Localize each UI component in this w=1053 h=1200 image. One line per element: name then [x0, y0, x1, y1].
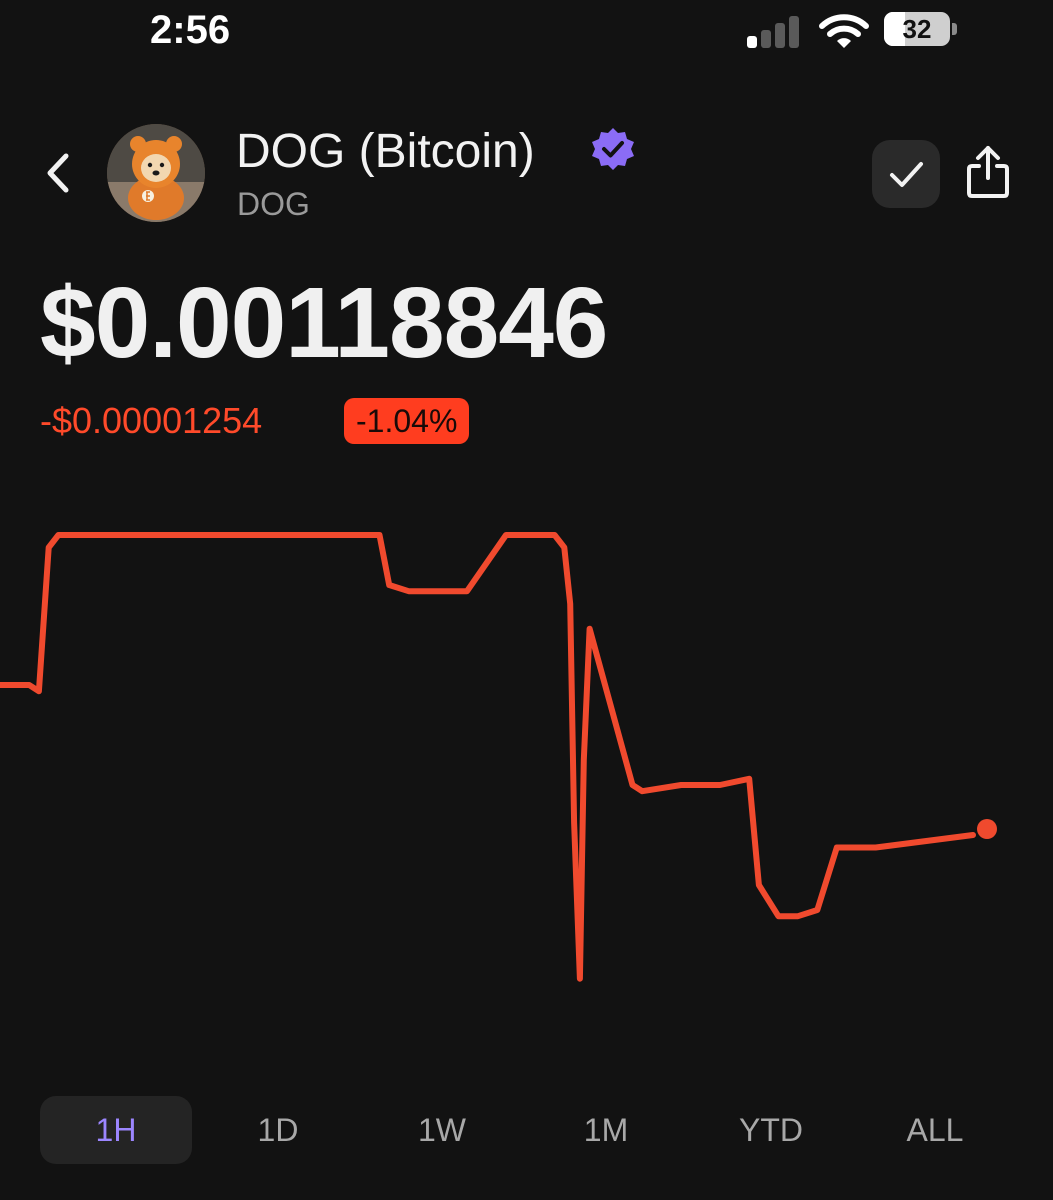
tab-1m[interactable]: 1M [530, 1096, 682, 1164]
timeframe-selector: 1H 1D 1W 1M YTD ALL [40, 1096, 1020, 1164]
token-avatar [107, 124, 205, 222]
current-price: $0.00118846 [40, 267, 608, 379]
share-icon [967, 146, 1009, 198]
watchlist-check-button[interactable] [872, 140, 940, 208]
token-title: DOG (Bitcoin) [236, 125, 535, 178]
wifi-icon [819, 14, 869, 48]
verified-badge-icon [592, 128, 634, 170]
price-line [0, 532, 976, 982]
price-change-percent-badge: -1.04% [344, 398, 470, 444]
share-button[interactable] [960, 140, 1016, 204]
tab-1d[interactable]: 1D [202, 1096, 354, 1164]
current-price-dot [977, 819, 997, 839]
tab-ytd[interactable]: YTD [695, 1096, 847, 1164]
tab-1w[interactable]: 1W [366, 1096, 518, 1164]
tab-all[interactable]: ALL [859, 1096, 1011, 1164]
status-time: 2:56 [150, 8, 231, 52]
tab-1h[interactable]: 1H [40, 1096, 192, 1164]
cellular-signal-icon [745, 14, 801, 48]
token-ticker: DOG [237, 186, 310, 222]
price-chart[interactable] [0, 480, 1053, 1040]
battery-level: 32 [902, 14, 932, 44]
battery-icon: 32 [884, 12, 957, 48]
price-change: -$0.00001254 [40, 400, 263, 441]
back-chevron-icon[interactable] [38, 148, 78, 198]
checkmark-icon [890, 162, 923, 187]
